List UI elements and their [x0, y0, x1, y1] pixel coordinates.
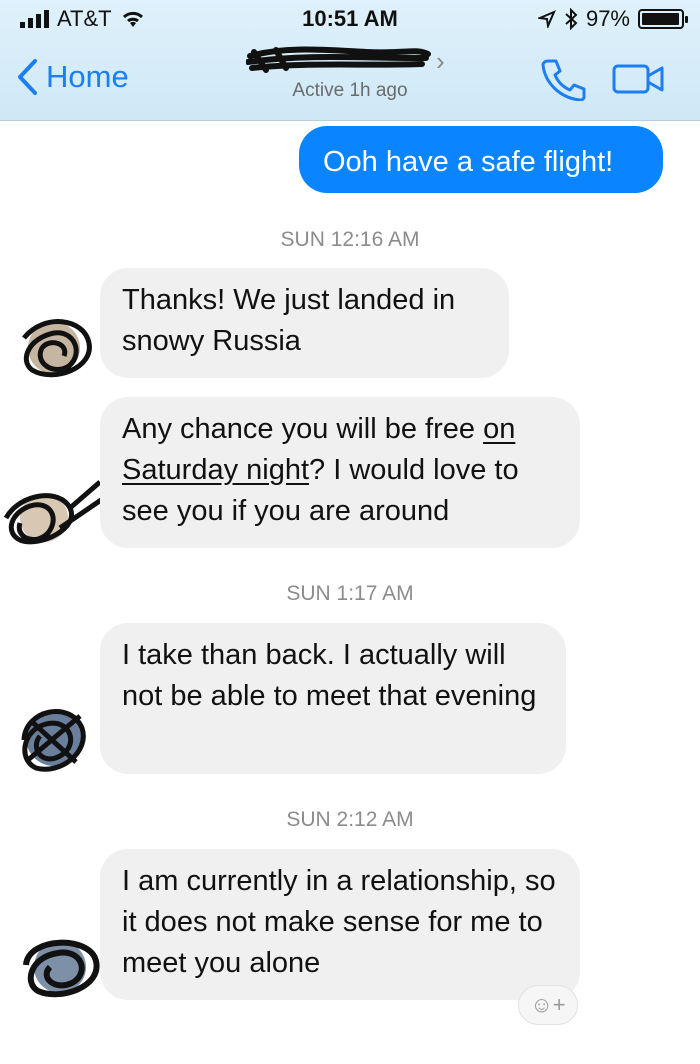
timestamp: SUN 12:16 AM	[280, 228, 420, 251]
redacted-contact-name[interactable]	[246, 44, 432, 74]
emoji-plus-icon: ☺+	[530, 992, 566, 1017]
status-right: 97%	[537, 6, 688, 32]
video-camera-icon[interactable]	[612, 63, 666, 95]
incoming-message[interactable]: Any chance you will be free on Saturday …	[100, 397, 580, 548]
battery-icon	[638, 9, 688, 29]
timestamp: SUN 1:17 AM	[286, 582, 414, 605]
incoming-message[interactable]: I am currently in a relationship, so it …	[100, 849, 580, 1000]
active-status: Active 1h ago	[292, 80, 408, 101]
contact-avatar[interactable]	[0, 478, 110, 566]
contact-avatar[interactable]	[14, 308, 94, 388]
conversation-header: AT&T 10:51 AM 97% Home › Active 1h ago	[0, 0, 700, 121]
outgoing-message[interactable]: Ooh have a safe flight!	[299, 126, 663, 193]
contact-avatar[interactable]	[10, 690, 90, 786]
chevron-right-icon[interactable]: ›	[436, 46, 445, 77]
location-arrow-icon	[537, 10, 556, 28]
contact-avatar[interactable]	[20, 925, 100, 1005]
bluetooth-icon	[565, 8, 578, 30]
battery-percent: 97%	[585, 6, 630, 31]
phone-icon[interactable]	[540, 57, 586, 101]
add-reaction-button[interactable]: ☺+	[518, 985, 578, 1025]
incoming-message[interactable]: I take than back. I actually will not be…	[100, 623, 566, 774]
message-text: Any chance you will be free	[122, 413, 484, 445]
incoming-message[interactable]: Thanks! We just landed in snowy Russia	[100, 268, 509, 378]
timestamp: SUN 2:12 AM	[286, 808, 414, 831]
